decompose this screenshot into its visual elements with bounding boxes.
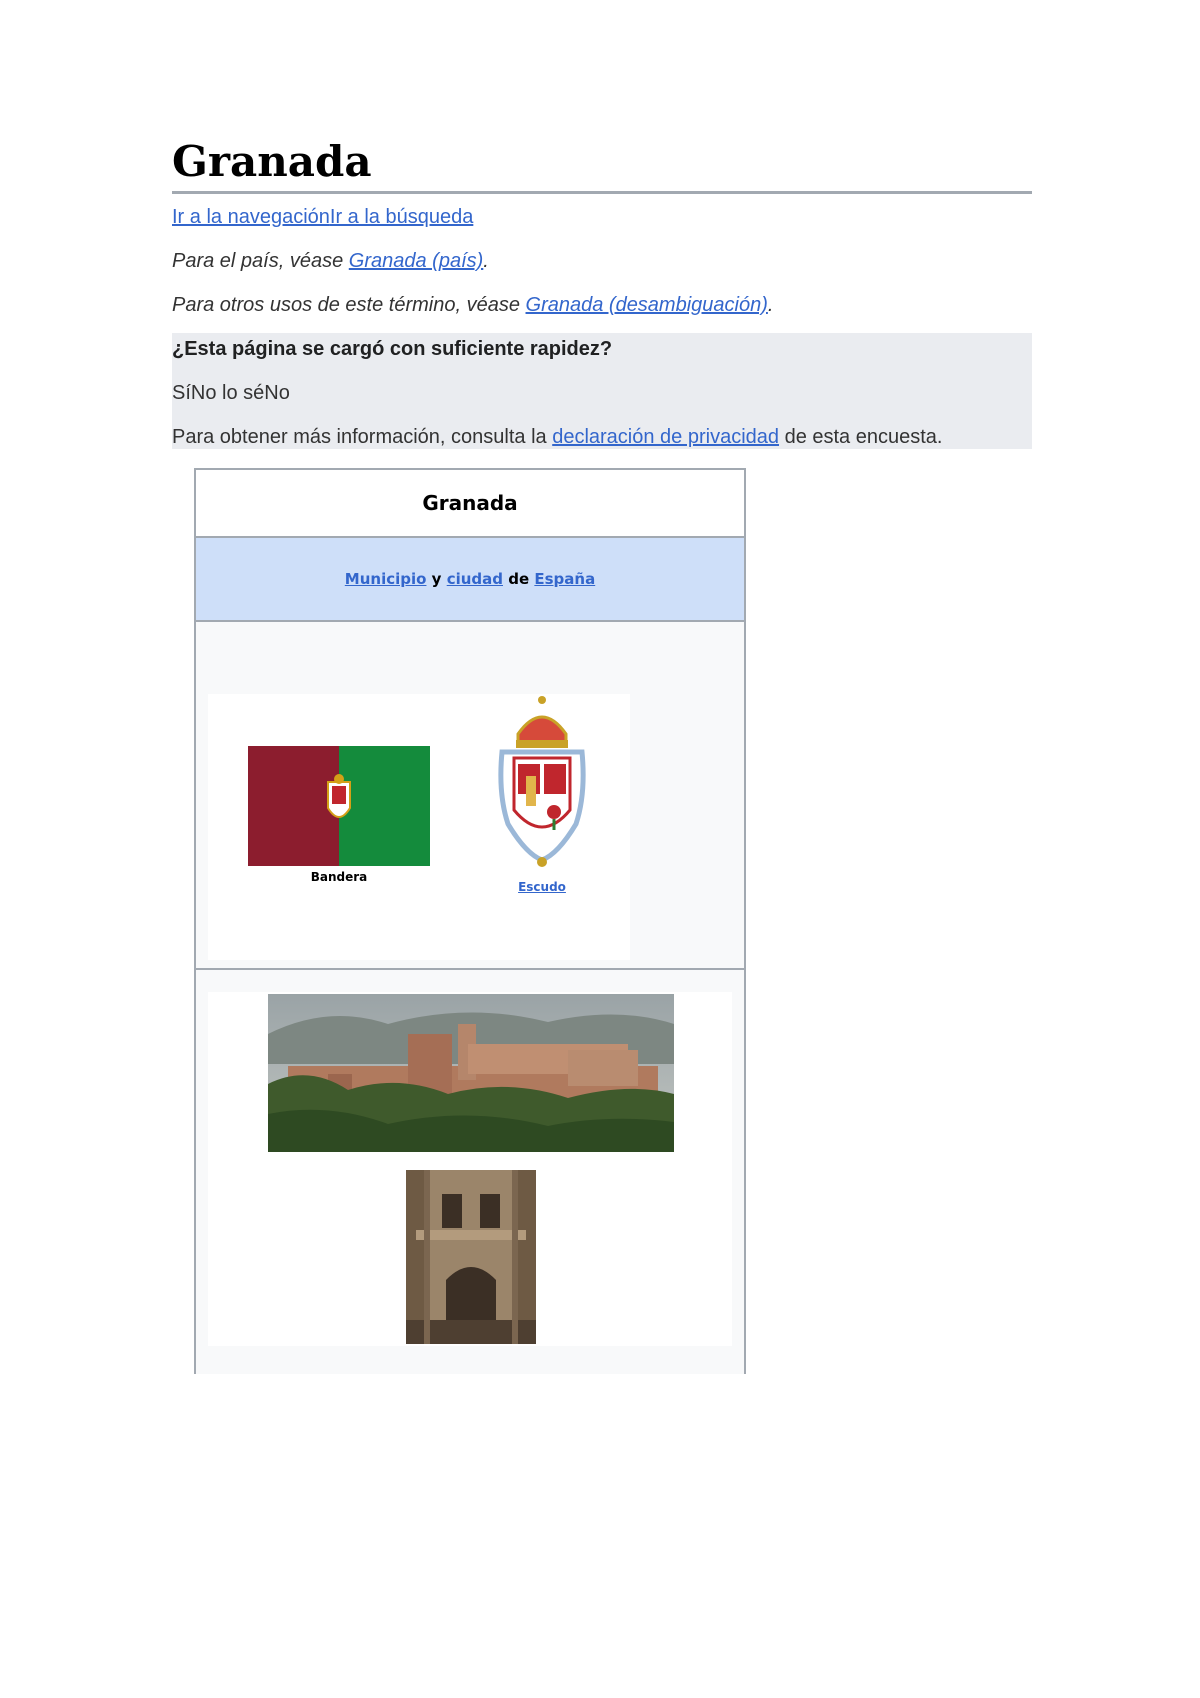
page-title: Granada [172,137,372,186]
cathedral-photo[interactable] [406,1170,536,1344]
survey-question: ¿Esta página se cargó con suficiente rap… [172,338,613,360]
infobox-title: Granada [196,470,744,538]
flag-image[interactable] [248,746,430,866]
coat-of-arms-image[interactable] [496,694,588,868]
skip-to-search-link[interactable]: Ir a la búsqueda [330,206,473,228]
granada-disambiguation-link[interactable]: Granada (desambiguación) [526,294,768,316]
infobox: Granada Municipio y ciudad de España Ban… [194,468,746,1374]
hatnote-disambiguation: Para otros usos de este término, véase G… [172,294,774,316]
alhambra-photo[interactable] [268,994,674,1152]
skip-links: Ir a la navegaciónIr a la búsqueda [172,204,473,230]
infobox-divider [196,968,744,970]
survey-option-no[interactable]: No [264,382,290,404]
survey-option-dont-know[interactable]: No lo sé [191,382,264,404]
municipio-link[interactable]: Municipio [345,570,427,588]
ciudad-link[interactable]: ciudad [447,570,503,588]
survey-options: SíNo lo séNo [172,380,290,406]
flag-caption: Bandera [310,870,368,884]
infobox-emblems: Bandera Escudo [208,694,630,960]
skip-to-navigation-link[interactable]: Ir a la navegación [172,206,330,228]
title-divider [172,191,1032,194]
hatnote-country: Para el país, véase Granada (país). [172,250,489,272]
coat-of-arms-link[interactable]: Escudo [496,880,588,894]
espana-link[interactable]: España [534,570,595,588]
infobox-photos [208,992,732,1346]
survey-info: Para obtener más información, consulta l… [172,426,943,448]
survey-option-yes[interactable]: Sí [172,382,191,404]
privacy-statement-link[interactable]: declaración de privacidad [552,426,779,448]
infobox-subtitle: Municipio y ciudad de España [196,538,744,622]
granada-country-link[interactable]: Granada (país) [349,250,484,272]
